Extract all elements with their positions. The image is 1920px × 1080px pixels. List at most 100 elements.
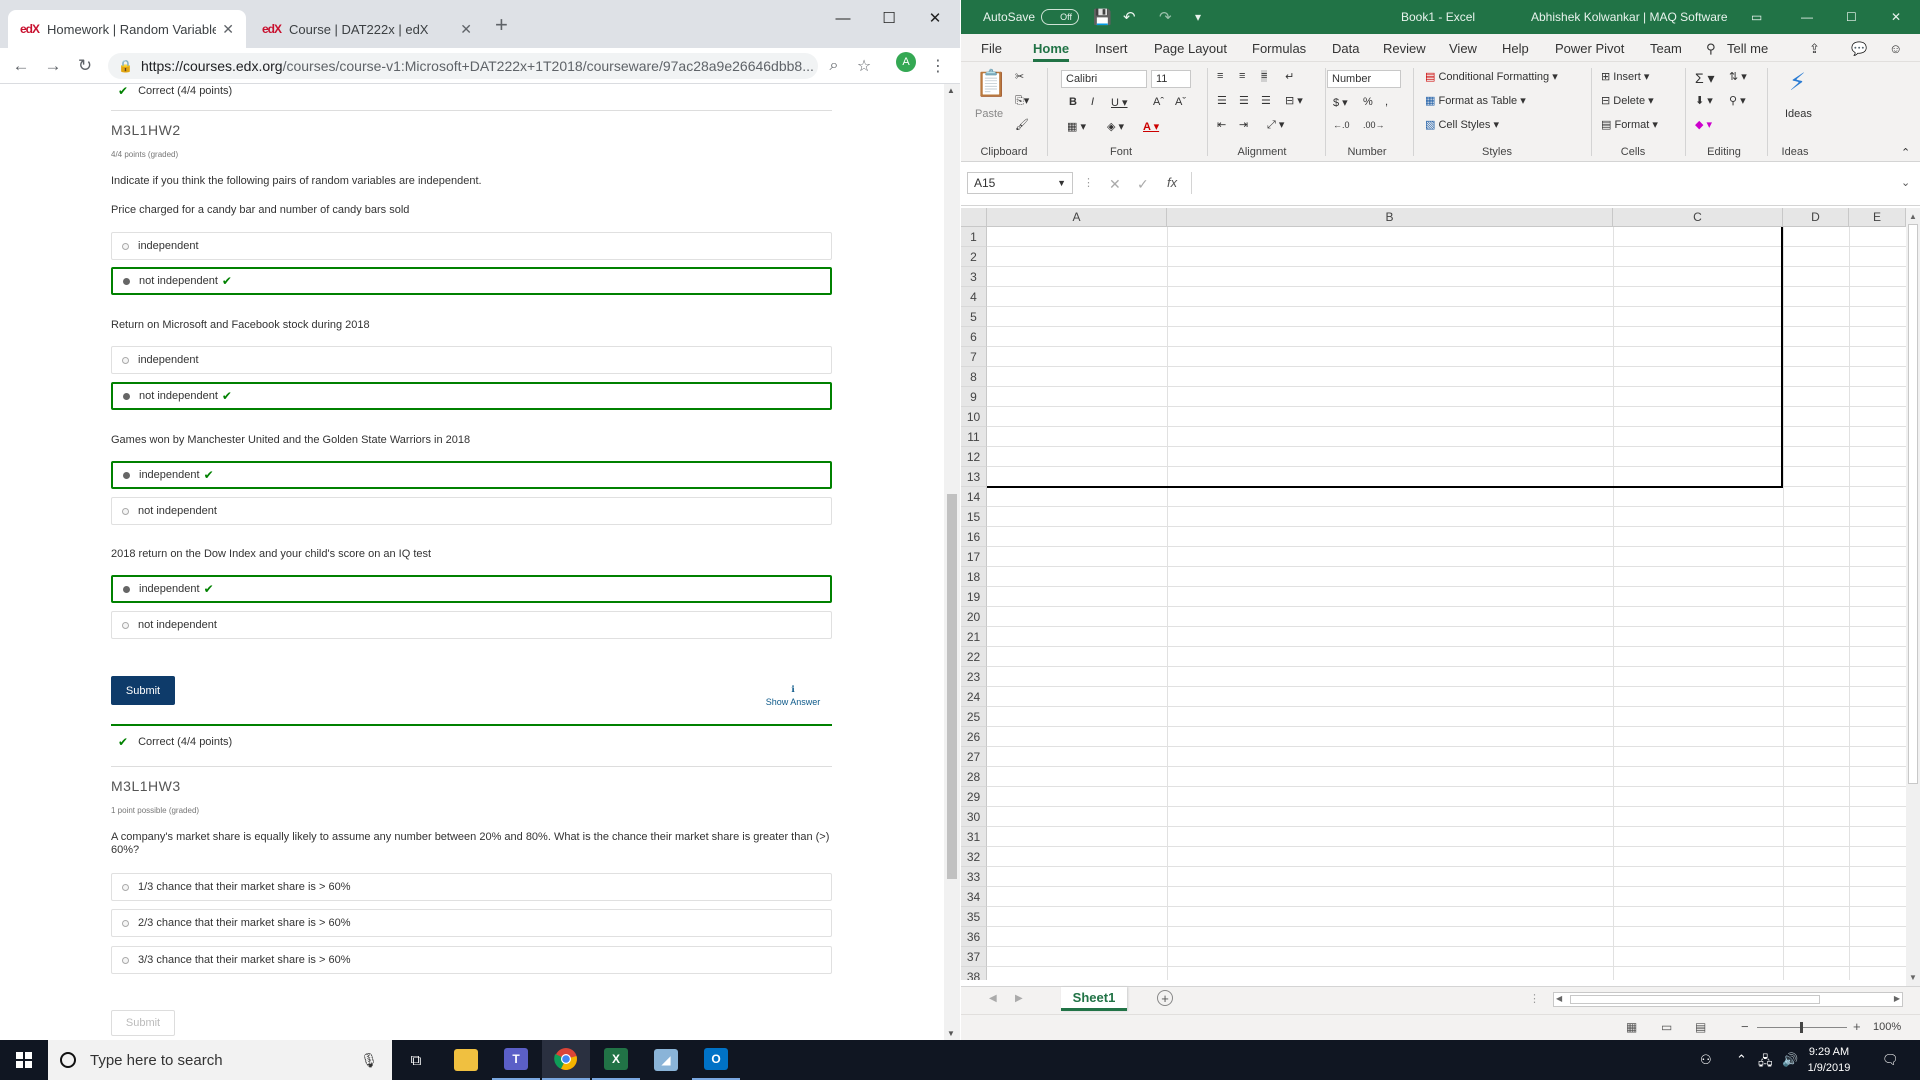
customize-qat-icon[interactable]: ▾ bbox=[1195, 10, 1201, 24]
zoom-out-icon[interactable]: − bbox=[1741, 1019, 1749, 1034]
tab-course[interactable]: edX Course | DAT222x | edX ✕ bbox=[250, 10, 484, 48]
tab-home[interactable]: Home bbox=[1033, 41, 1070, 62]
italic-icon[interactable]: I bbox=[1091, 96, 1094, 108]
tab-homework[interactable]: edX Homework | Random Variable De ✕ bbox=[8, 10, 246, 48]
app-button[interactable]: ◢ bbox=[642, 1040, 690, 1080]
add-sheet-icon[interactable]: + bbox=[1157, 990, 1173, 1006]
col-header-c[interactable]: C bbox=[1613, 208, 1783, 227]
format-cells-button[interactable]: ▤ Format ▾ bbox=[1601, 118, 1658, 131]
align-center-icon[interactable]: ☰ bbox=[1239, 94, 1249, 107]
option-not-independent[interactable]: not independent bbox=[111, 497, 832, 525]
number-format-select[interactable]: Number bbox=[1327, 70, 1401, 88]
scroll-down-icon[interactable]: ▼ bbox=[1909, 973, 1917, 982]
outlook-button[interactable]: O bbox=[692, 1040, 740, 1080]
percent-icon[interactable]: % bbox=[1363, 96, 1373, 108]
lightning-icon[interactable]: ⚡ bbox=[1789, 68, 1806, 97]
option-independent[interactable]: independent ✔ bbox=[111, 575, 832, 603]
autosave-toggle[interactable]: Off bbox=[1041, 9, 1079, 25]
option-1-3[interactable]: 1/3 chance that their market share is > … bbox=[111, 873, 832, 901]
wrap-text-icon[interactable]: ↵ bbox=[1285, 70, 1294, 83]
notifications-icon[interactable]: 🗨 bbox=[1882, 1052, 1899, 1068]
taskbar-search[interactable]: Type here to search 🎙 bbox=[48, 1040, 392, 1080]
zoom-slider-handle[interactable] bbox=[1800, 1022, 1803, 1033]
insert-function-icon[interactable]: fx bbox=[1167, 175, 1177, 190]
col-header-d[interactable]: D bbox=[1783, 208, 1849, 227]
row-header[interactable]: 37 bbox=[961, 947, 987, 967]
worksheet-grid[interactable]: A B C D E 1 2 3 4 5 6 7 8 9 10 11 12 13 14 15 16 17 18 19 2… bbox=[961, 208, 1920, 980]
row-header[interactable]: 23 bbox=[961, 667, 987, 687]
submit-button-disabled[interactable]: Submit bbox=[111, 1010, 175, 1036]
scroll-up-icon[interactable]: ▲ bbox=[947, 86, 955, 95]
row-header[interactable]: 25 bbox=[961, 707, 987, 727]
row-header[interactable]: 14 bbox=[961, 487, 987, 507]
microphone-icon[interactable]: 🎙 bbox=[360, 1052, 378, 1069]
cell-styles-button[interactable]: ▧ Cell Styles ▾ bbox=[1425, 118, 1499, 131]
row-header[interactable]: 6 bbox=[961, 327, 987, 347]
row-header[interactable]: 22 bbox=[961, 647, 987, 667]
tab-help[interactable]: Help bbox=[1502, 41, 1529, 56]
clear-icon[interactable]: ◆ ▾ bbox=[1695, 118, 1712, 131]
scroll-down-icon[interactable]: ▼ bbox=[947, 1029, 955, 1038]
borders-icon[interactable]: ▦ ▾ bbox=[1067, 120, 1086, 133]
orientation-icon[interactable]: ⤢ ▾ bbox=[1267, 118, 1284, 132]
collapse-ribbon-icon[interactable]: ⌃ bbox=[1901, 146, 1910, 159]
page-break-view-icon[interactable]: ▤ bbox=[1695, 1020, 1706, 1034]
row-header[interactable]: 17 bbox=[961, 547, 987, 567]
address-bar[interactable]: 🔒 https://courses.edx.org/courses/course… bbox=[108, 53, 818, 79]
delete-cells-button[interactable]: ⊟ Delete ▾ bbox=[1601, 94, 1654, 107]
scroll-thumb[interactable] bbox=[947, 494, 957, 879]
row-header[interactable]: 27 bbox=[961, 747, 987, 767]
show-answer-button[interactable]: ℹ Show Answer bbox=[760, 684, 826, 707]
show-hidden-icons[interactable]: ⌃ bbox=[1736, 1052, 1747, 1068]
row-header[interactable]: 7 bbox=[961, 347, 987, 367]
tell-me[interactable]: Tell me bbox=[1727, 41, 1768, 56]
align-left-icon[interactable]: ☰ bbox=[1217, 94, 1227, 107]
name-box[interactable]: A15 ▼ bbox=[967, 172, 1073, 194]
option-not-independent[interactable]: not independent bbox=[111, 611, 832, 639]
insert-cells-button[interactable]: ⊞ Insert ▾ bbox=[1601, 70, 1649, 83]
people-icon[interactable]: ⚇ bbox=[1700, 1052, 1712, 1068]
decrease-indent-icon[interactable]: ⇤ bbox=[1217, 118, 1226, 131]
scroll-right-icon[interactable]: ▶ bbox=[1894, 994, 1900, 1003]
align-bottom-icon[interactable]: ≡ bbox=[1261, 70, 1268, 82]
row-header[interactable]: 8 bbox=[961, 367, 987, 387]
fill-icon[interactable]: ⬇ ▾ bbox=[1695, 94, 1713, 107]
font-size-select[interactable]: 11 bbox=[1151, 70, 1191, 88]
tab-page-layout[interactable]: Page Layout bbox=[1154, 41, 1227, 56]
row-header[interactable]: 4 bbox=[961, 287, 987, 307]
network-icon[interactable]: 🖧 bbox=[1758, 1052, 1773, 1074]
align-middle-icon[interactable]: ≡ bbox=[1239, 70, 1245, 82]
row-header[interactable]: 24 bbox=[961, 687, 987, 707]
task-view-button[interactable]: ⧉ bbox=[392, 1040, 440, 1080]
option-3-3[interactable]: 3/3 chance that their market share is > … bbox=[111, 946, 832, 974]
decrease-font-icon[interactable]: Aˇ bbox=[1175, 96, 1186, 108]
zoom-level[interactable]: 100% bbox=[1873, 1021, 1901, 1033]
row-header[interactable]: 29 bbox=[961, 787, 987, 807]
zoom-in-icon[interactable]: + bbox=[1853, 1019, 1861, 1034]
font-name-select[interactable]: Calibri bbox=[1061, 70, 1147, 88]
font-color-icon[interactable]: A ▾ bbox=[1143, 120, 1159, 133]
option-independent[interactable]: independent bbox=[111, 232, 832, 260]
file-explorer-button[interactable] bbox=[442, 1040, 490, 1080]
tab-insert[interactable]: Insert bbox=[1095, 41, 1128, 56]
row-header[interactable]: 2 bbox=[961, 247, 987, 267]
fill-color-icon[interactable]: ◈ ▾ bbox=[1107, 120, 1124, 133]
menu-icon[interactable]: ⋮ bbox=[926, 54, 950, 78]
format-as-table-button[interactable]: ▦ Format as Table ▾ bbox=[1425, 94, 1526, 107]
tab-team[interactable]: Team bbox=[1650, 41, 1682, 56]
row-header[interactable]: 18 bbox=[961, 567, 987, 587]
row-header[interactable]: 1 bbox=[961, 227, 987, 247]
tab-view[interactable]: View bbox=[1449, 41, 1477, 56]
sort-filter-icon[interactable]: ⇅ ▾ bbox=[1729, 70, 1747, 83]
row-header[interactable]: 35 bbox=[961, 907, 987, 927]
cut-icon[interactable]: ✂ bbox=[1015, 70, 1024, 83]
cancel-icon[interactable]: ✕ bbox=[1109, 176, 1121, 193]
row-header[interactable]: 34 bbox=[961, 887, 987, 907]
search-icon[interactable]: ⚲ bbox=[1706, 41, 1716, 57]
merge-center-icon[interactable]: ⊟ ▾ bbox=[1285, 94, 1303, 107]
formula-input[interactable] bbox=[1199, 172, 1911, 194]
excel-button[interactable]: X bbox=[592, 1040, 640, 1080]
close-tab-icon[interactable]: ✕ bbox=[460, 21, 472, 38]
row-header[interactable]: 20 bbox=[961, 607, 987, 627]
page-scrollbar[interactable]: ▲ ▼ bbox=[944, 84, 960, 1040]
